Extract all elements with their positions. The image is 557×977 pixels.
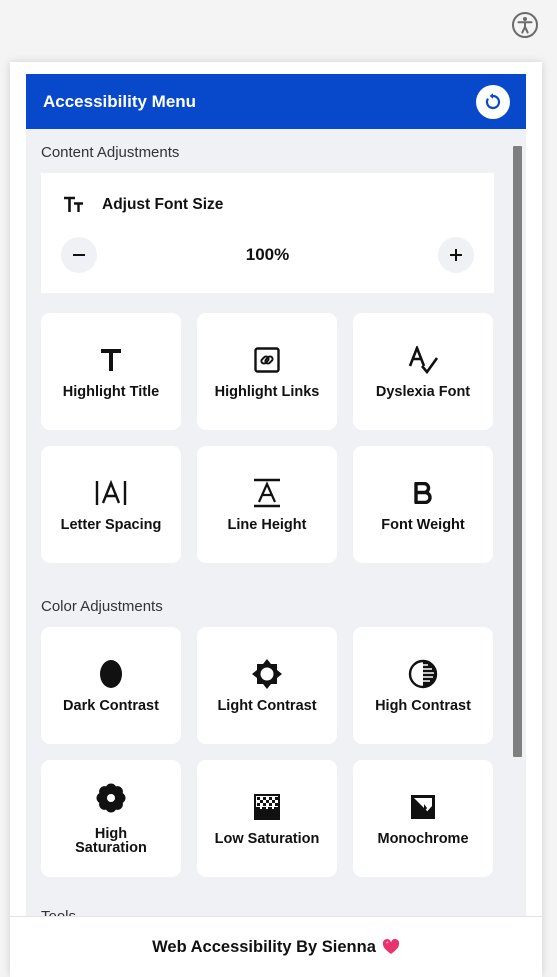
font-size-value: 100% [245,245,290,264]
low-saturation-icon [254,794,280,820]
tile-dark-contrast[interactable]: Dark Contrast [41,627,181,744]
tile-light-contrast[interactable]: Light Contrast [197,627,337,744]
reset-icon [485,92,501,109]
tile-font-weight[interactable]: Font Weight [353,446,493,563]
menu-scroll-area[interactable]: Content Adjustments Adjust Font Size 100… [26,129,526,916]
tile-monochrome[interactable]: Monochrome [353,760,493,877]
tile-label: Low Saturation [214,831,320,847]
scrollbar-thumb[interactable] [513,146,522,757]
tile-label: Line Height [227,517,307,533]
increase-font-button[interactable] [438,237,474,273]
tile-label: Letter Spacing [60,517,162,533]
color-adjustments-heading: Color Adjustments [41,598,163,615]
panel-title: Accessibility Menu [43,91,197,111]
high-saturation-icon [96,783,126,813]
tile-low-saturation[interactable]: Low Saturation [197,760,337,877]
plus-icon [450,249,462,261]
tile-label: Highlight Links [214,384,320,400]
accessibility-panel: Accessibility Menu Content Adjustments A… [10,62,542,977]
tile-label: Highlight Title [62,384,160,400]
panel-footer: Web Accessibility By Sienna [10,916,542,977]
tile-label: Font Weight [381,517,465,533]
tile-highlight-title[interactable]: Highlight Title [41,313,181,430]
dark-contrast-icon [100,660,122,688]
font-size-card: Adjust Font Size 100% [41,173,494,293]
title-icon [101,349,121,371]
tile-label: High Contrast [375,698,471,714]
heart-icon [382,939,400,955]
footer-text: Web Accessibility By Sienna [152,937,376,956]
tile-dyslexia-font[interactable]: Dyslexia Font [353,313,493,430]
reset-button[interactable] [476,84,510,119]
font-size-icon [64,196,83,212]
panel-header: Accessibility Menu [26,74,526,129]
tile-high-saturation[interactable]: High Saturation [41,760,181,877]
accessibility-trigger-button[interactable] [510,10,540,40]
letter-spacing-icon [95,480,127,505]
line-height-icon [254,478,280,508]
tile-letter-spacing[interactable]: Letter Spacing [41,446,181,563]
light-contrast-icon [252,659,282,689]
tile-line-height[interactable]: Line Height [197,446,337,563]
tile-label: Dark Contrast [63,698,159,714]
tile-high-contrast[interactable]: High Contrast [353,627,493,744]
tile-label: High Saturation [75,826,147,856]
bold-icon [414,482,432,504]
tile-label: Monochrome [377,831,469,847]
monochrome-icon [411,795,435,819]
tile-highlight-links[interactable]: Highlight Links [197,313,337,430]
accessibility-person-icon [512,12,538,38]
tile-label: Dyslexia Font [375,384,471,400]
link-icon [254,347,280,373]
dyslexia-font-icon [408,346,438,374]
tile-label: Light Contrast [217,698,317,714]
content-adjustments-heading: Content Adjustments [41,144,180,161]
font-size-label: Adjust Font Size [102,196,224,213]
high-contrast-icon [408,659,438,689]
tools-heading: Tools [41,908,76,916]
